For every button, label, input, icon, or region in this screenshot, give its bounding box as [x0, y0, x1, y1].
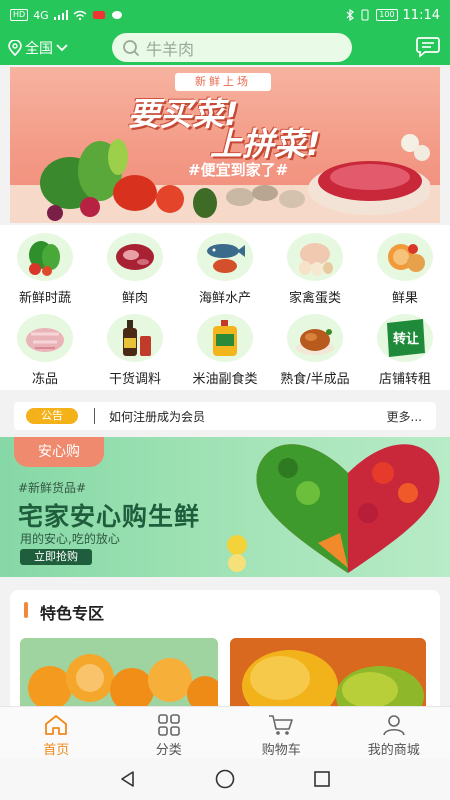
- bottom-navigation: 首页 分类 购物车 我的商城: [0, 706, 450, 758]
- section-accent-bar: [24, 602, 28, 618]
- category-vegetables[interactable]: 新鲜时蔬: [0, 233, 90, 306]
- banner-slogan: #便宜到家了#: [188, 161, 289, 179]
- signal-bars-icon: [53, 10, 68, 20]
- fruit-icon: [377, 233, 433, 281]
- search-input[interactable]: 牛羊肉: [112, 33, 352, 62]
- meat-icon: [107, 233, 163, 281]
- category-frozen[interactable]: 冻品: [0, 314, 90, 387]
- battery-indicator: 100: [376, 9, 398, 21]
- status-bar: HD 4G 100 11:14: [0, 0, 450, 30]
- cooked-food-icon: [287, 314, 343, 362]
- user-icon: [382, 715, 405, 736]
- mangoes-image: [230, 638, 426, 706]
- shop-transfer-icon: 转让: [377, 314, 433, 362]
- announcement-badge: 公告: [26, 408, 78, 424]
- shop-transfer-badge-text: 转让: [393, 331, 419, 347]
- category-label: 鲜肉: [121, 291, 148, 306]
- announcement-bar[interactable]: 公告 如何注册成为会员 更多...: [14, 402, 436, 430]
- category-seasoning[interactable]: 干货调料: [90, 314, 180, 387]
- system-navigation-bar: [0, 758, 450, 800]
- featured-section: 特色专区: [10, 590, 440, 706]
- vibrate-icon: [361, 9, 369, 21]
- poultry-egg-icon: [287, 233, 343, 281]
- featured-title: 特色专区: [40, 604, 105, 623]
- promo-tab: 安心购: [14, 437, 104, 467]
- rice-oil-icon: [197, 314, 253, 362]
- tab-label: 购物车: [261, 743, 301, 758]
- message-icon[interactable]: [416, 36, 440, 58]
- seasoning-icon: [107, 314, 163, 362]
- shells-illustration: [226, 185, 305, 208]
- category-label: 干货调料: [108, 372, 161, 387]
- featured-mangoes-card[interactable]: [230, 638, 426, 706]
- location-pin-icon: [8, 39, 22, 56]
- category-cooked-food[interactable]: 熟食/半成品: [270, 314, 360, 387]
- wifi-icon: [73, 10, 87, 20]
- signal-indicator: 4G: [33, 8, 49, 22]
- category-label: 米油副食类: [192, 372, 258, 387]
- category-shop-transfer[interactable]: 转让 店铺转租: [360, 314, 450, 387]
- lemon-illustration: [227, 535, 247, 572]
- notification-icon: [92, 11, 105, 19]
- promo-subtitle: 用的安心,吃的放心: [20, 532, 120, 546]
- bluetooth-icon: [346, 9, 355, 21]
- hero-banner[interactable]: 新鲜上场 要买菜! 上拼菜! #便宜到家了#: [10, 67, 440, 223]
- back-icon[interactable]: [118, 769, 138, 789]
- location-label: 全国: [25, 40, 53, 57]
- tab-home[interactable]: 首页: [0, 707, 113, 758]
- chat-icon: [111, 11, 122, 19]
- recents-icon[interactable]: [312, 769, 332, 789]
- tab-label: 我的商城: [367, 743, 420, 758]
- promo-title: 宅家安心购生鲜: [18, 502, 201, 531]
- search-icon: [123, 39, 140, 56]
- tab-label: 分类: [155, 743, 182, 758]
- cart-icon: [269, 715, 294, 735]
- tab-my-store[interactable]: 我的商城: [338, 707, 450, 758]
- promo-banner[interactable]: 安心购 #新鲜货品# 宅家安心购生鲜 用的安心,吃的放心 立即抢购: [0, 437, 450, 577]
- chevron-down-icon: [56, 43, 68, 51]
- hd-indicator: HD: [10, 9, 29, 21]
- category-label: 冻品: [31, 372, 58, 387]
- frozen-icon: [17, 314, 73, 362]
- clock: 11:14: [402, 7, 440, 23]
- divider: [94, 408, 95, 424]
- buy-now-button[interactable]: 立即抢购: [20, 549, 92, 565]
- oranges-image: [20, 638, 218, 706]
- home-icon: [45, 715, 68, 735]
- category-seafood[interactable]: 海鲜水产: [180, 233, 270, 306]
- category-section: 新鲜时蔬 鲜肉 海鲜水产 家禽蛋类 鲜果 冻品 干货调料 米油副食类 熟食/半成…: [0, 225, 450, 390]
- tab-label: 首页: [43, 743, 70, 758]
- announcement-text[interactable]: 如何注册成为会员: [109, 408, 205, 425]
- tab-category[interactable]: 分类: [113, 707, 226, 758]
- search-placeholder: 牛羊肉: [146, 39, 195, 59]
- category-rice-oil[interactable]: 米油副食类: [180, 314, 270, 387]
- home-circle-icon[interactable]: [214, 768, 236, 790]
- category-icon: [157, 714, 180, 736]
- category-meat[interactable]: 鲜肉: [90, 233, 180, 306]
- featured-oranges-card[interactable]: [20, 638, 218, 706]
- category-poultry-eggs[interactable]: 家禽蛋类: [270, 233, 360, 306]
- category-label: 鲜果: [391, 291, 418, 306]
- location-selector[interactable]: 全国: [8, 38, 108, 58]
- category-label: 家禽蛋类: [288, 291, 341, 306]
- produce-heart-illustration: [256, 444, 440, 573]
- category-label: 店铺转租: [378, 372, 431, 387]
- tab-cart[interactable]: 购物车: [225, 707, 338, 758]
- category-fruit[interactable]: 鲜果: [360, 233, 450, 306]
- category-label: 海鲜水产: [198, 291, 251, 306]
- vegetable-icon: [17, 233, 73, 281]
- category-label: 熟食/半成品: [280, 372, 350, 387]
- app-header: 全国 牛羊肉: [0, 30, 450, 65]
- seafood-icon: [197, 233, 253, 281]
- promo-tag: #新鲜货品#: [18, 481, 87, 495]
- category-label: 新鲜时蔬: [18, 291, 71, 306]
- announcement-more-link[interactable]: 更多...: [387, 408, 422, 425]
